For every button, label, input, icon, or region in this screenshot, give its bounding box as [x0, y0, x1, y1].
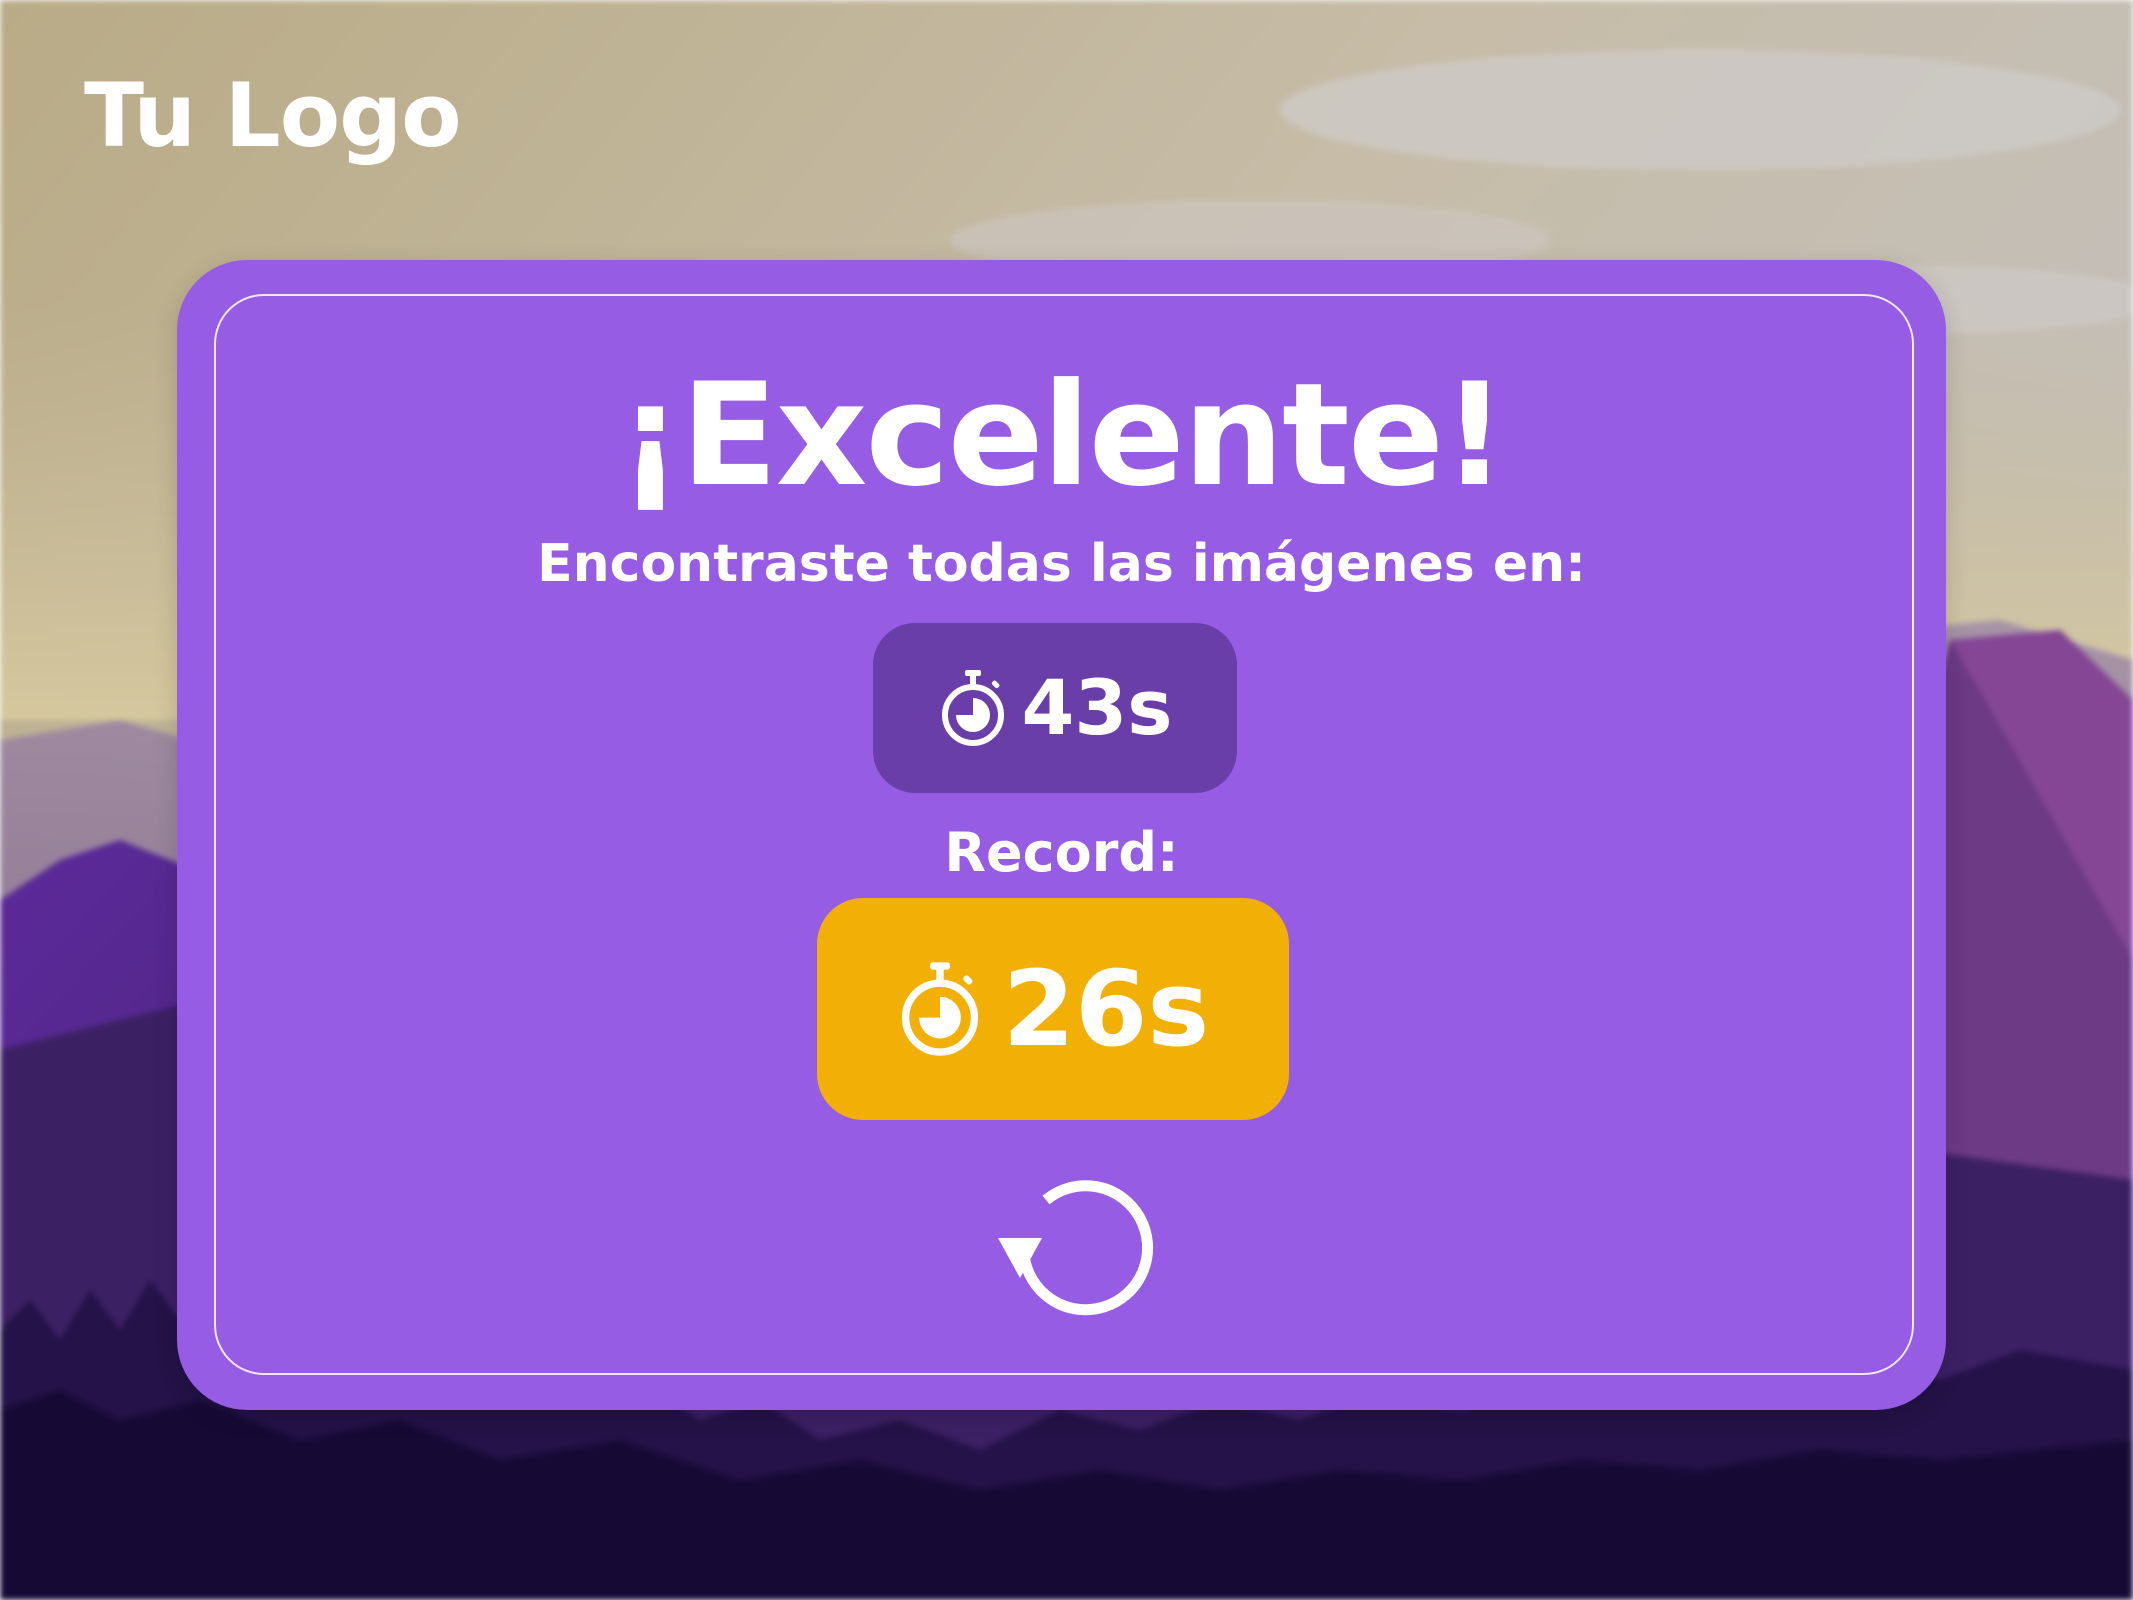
- replay-button[interactable]: [984, 1160, 1154, 1330]
- record-label: Record:: [944, 821, 1179, 884]
- time-badge: 43s: [873, 623, 1237, 793]
- result-title: ¡Excelente!: [618, 353, 1507, 518]
- time-value: 43s: [1021, 663, 1173, 752]
- record-value: 26s: [1002, 948, 1210, 1070]
- record-badge: 26s: [817, 898, 1289, 1120]
- brand-logo: Tu Logo: [84, 64, 462, 167]
- stopwatch-icon: [897, 959, 983, 1059]
- result-subtitle: Encontraste todas las imágenes en:: [537, 534, 1586, 594]
- result-panel: ¡Excelente! Encontraste todas las imágen…: [177, 260, 1946, 1410]
- replay-icon: [984, 1160, 1154, 1330]
- stopwatch-icon: [938, 668, 1008, 748]
